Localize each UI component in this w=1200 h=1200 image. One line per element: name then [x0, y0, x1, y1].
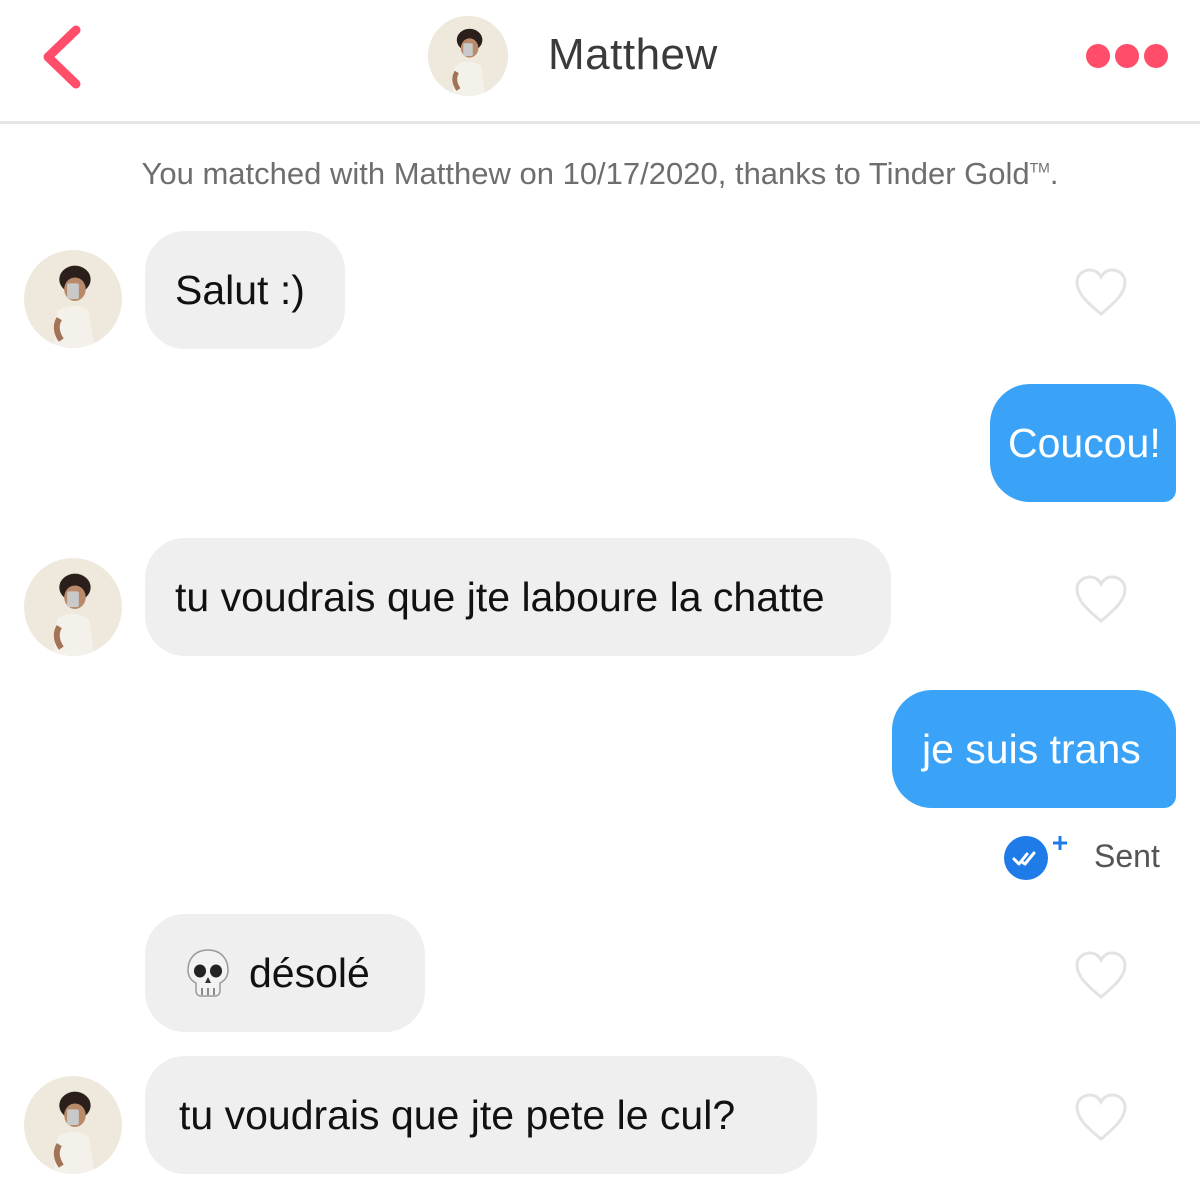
back-chevron-icon[interactable]	[36, 22, 92, 92]
skull-icon	[185, 948, 231, 998]
match-notice-text: You matched with Matthew on 10/17/2020, …	[141, 156, 1030, 191]
message-bubble-outgoing[interactable]: je suis trans	[892, 690, 1176, 808]
heart-icon[interactable]	[1074, 1093, 1128, 1143]
contact-avatar[interactable]	[428, 16, 508, 96]
message-text: Salut :)	[175, 266, 305, 313]
message-text: tu voudrais que jte laboure la chatte	[175, 573, 825, 620]
trademark-mark: TM	[1029, 159, 1050, 176]
heart-icon[interactable]	[1074, 575, 1128, 625]
message-text: désolé	[249, 949, 370, 996]
message-bubble-outgoing[interactable]: Coucou!	[990, 384, 1176, 502]
heart-icon[interactable]	[1074, 268, 1128, 318]
dot-icon	[1144, 44, 1168, 68]
message-text: je suis trans	[922, 725, 1141, 772]
message-text: tu voudrais que jte pete le cul?	[179, 1091, 736, 1138]
chat-header: Matthew	[0, 0, 1200, 124]
match-notice-period: .	[1049, 156, 1059, 191]
message-bubble-incoming[interactable]: désolé	[145, 914, 425, 1032]
sender-avatar[interactable]	[24, 250, 122, 348]
message-bubble-incoming[interactable]: Salut :)	[145, 231, 345, 349]
heart-icon[interactable]	[1074, 951, 1128, 1001]
dot-icon	[1115, 44, 1139, 68]
sender-avatar[interactable]	[24, 1076, 122, 1174]
message-text: Coucou!	[1008, 419, 1161, 466]
match-notice: You matched with Matthew on 10/17/2020, …	[0, 156, 1200, 192]
message-bubble-incoming[interactable]: tu voudrais que jte pete le cul?	[145, 1056, 817, 1174]
sender-avatar[interactable]	[24, 558, 122, 656]
message-bubble-incoming[interactable]: tu voudrais que jte laboure la chatte	[145, 538, 891, 656]
more-options-icon[interactable]	[1086, 44, 1176, 74]
contact-name[interactable]: Matthew	[548, 30, 718, 80]
read-receipt-icon	[1000, 828, 1072, 884]
dot-icon	[1086, 44, 1110, 68]
sent-status: Sent	[1000, 828, 1160, 884]
sent-label: Sent	[1094, 837, 1160, 874]
